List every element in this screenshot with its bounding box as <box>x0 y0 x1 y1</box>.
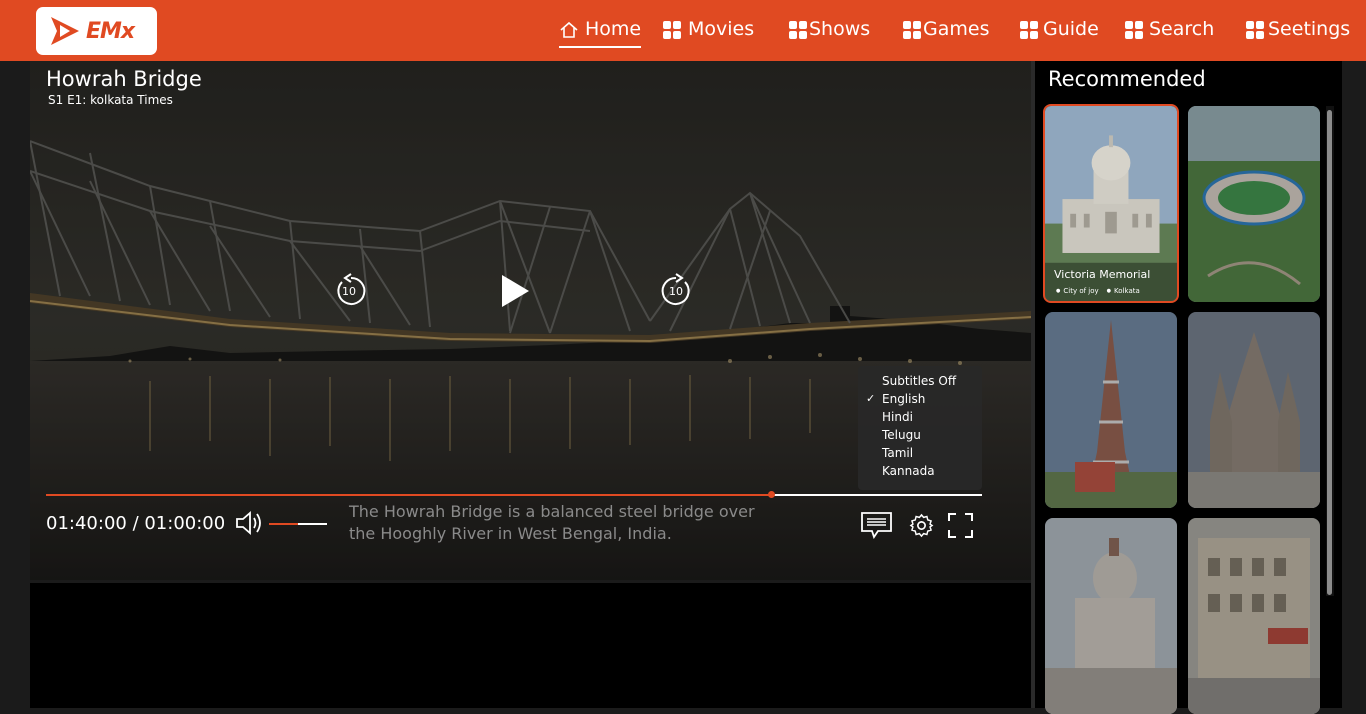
grid-icon <box>1125 21 1143 39</box>
logo-text: EMx <box>86 18 135 44</box>
card-tag: City of joy <box>1056 287 1098 295</box>
grid-icon <box>1246 21 1264 39</box>
check-icon: ✓ <box>866 392 876 405</box>
church-thumbnail <box>1045 518 1177 714</box>
recommended-card[interactable] <box>1188 518 1320 714</box>
play-logo-icon <box>51 17 79 45</box>
volume-slider[interactable] <box>269 523 327 525</box>
recommended-card[interactable] <box>1045 518 1177 714</box>
video-description: The Howrah Bridge is a balanced steel br… <box>349 502 755 543</box>
heritage-building-thumbnail <box>1188 518 1320 714</box>
time-display: 01:40:00 / 01:00:00 <box>46 513 226 534</box>
grid-icon <box>789 21 807 39</box>
nav-label: Shows <box>809 18 871 40</box>
nav-label: Games <box>923 18 990 40</box>
card-tag: Kolkata <box>1107 287 1140 295</box>
recommended-sidebar: Recommended Victoria Memorial City of jo… <box>1035 61 1342 714</box>
tower-thumbnail <box>1045 312 1177 508</box>
subtitle-option-english[interactable]: ✓ English <box>858 392 982 410</box>
page-gutter <box>1342 61 1366 708</box>
play-icon <box>502 275 529 307</box>
sidebar-title: Recommended <box>1048 67 1206 91</box>
subtitles-button[interactable] <box>860 511 893 540</box>
subtitle-option-tamil[interactable]: Tamil <box>858 446 982 464</box>
nav-label: Guide <box>1043 18 1099 40</box>
stadium-thumbnail <box>1188 106 1320 302</box>
scrollbar-thumb[interactable] <box>1327 110 1332 595</box>
play-button[interactable] <box>498 273 532 309</box>
app-logo[interactable]: EMx <box>36 7 157 55</box>
fullscreen-icon <box>948 513 973 538</box>
subtitle-option-label: Kannada <box>882 464 935 478</box>
fullscreen-button[interactable] <box>948 513 973 538</box>
nav-settings[interactable]: Seetings <box>1245 18 1350 48</box>
home-icon <box>560 21 578 38</box>
forward-seconds: 10 <box>669 285 683 298</box>
forward-10-button[interactable]: 10 <box>658 273 694 309</box>
nav-guide[interactable]: Guide <box>1019 18 1099 48</box>
nav-games[interactable]: Games <box>902 18 989 48</box>
subtitle-option-label: Tamil <box>882 446 914 460</box>
nav-label: Search <box>1149 18 1215 40</box>
rewind-10-button[interactable]: 10 <box>333 273 369 309</box>
recommended-card[interactable]: Victoria Memorial City of joy Kolkata <box>1043 104 1179 303</box>
recommended-card[interactable] <box>1045 312 1177 508</box>
subtitle-option-label: Hindi <box>882 410 913 424</box>
mute-button[interactable] <box>235 510 265 536</box>
episode-label: S1 E1: kolkata Times <box>48 93 173 107</box>
seek-bar[interactable] <box>46 491 982 498</box>
sidebar-scrollbar[interactable] <box>1326 106 1334 596</box>
nav-movies[interactable]: Movies <box>662 18 754 48</box>
rewind-seconds: 10 <box>342 285 356 298</box>
subtitle-option-off[interactable]: Subtitles Off <box>858 374 982 392</box>
nav-label: Seetings <box>1268 18 1351 40</box>
grid-icon <box>1020 21 1038 39</box>
recommended-card[interactable] <box>1188 312 1320 508</box>
nav-search[interactable]: Search <box>1124 18 1214 48</box>
recommended-card[interactable] <box>1188 106 1320 302</box>
nav-label: Home <box>585 18 642 40</box>
volume-level <box>269 523 298 525</box>
gear-icon <box>909 513 934 538</box>
player-settings-button[interactable] <box>909 513 934 538</box>
nav-shows[interactable]: Shows <box>788 18 870 48</box>
seek-bar-played <box>46 494 772 496</box>
top-header: EMx Home Movies Shows Games Guide Search… <box>0 0 1366 61</box>
captions-icon <box>861 512 892 540</box>
subtitle-option-label: English <box>882 392 926 406</box>
subtitle-option-kannada[interactable]: Kannada <box>858 464 982 482</box>
subtitle-option-telugu[interactable]: Telugu <box>858 428 982 446</box>
card-title: Victoria Memorial <box>1054 268 1151 281</box>
video-title: Howrah Bridge <box>46 67 202 91</box>
nav-label: Movies <box>688 18 755 40</box>
card-tags: City of joy Kolkata <box>1056 287 1140 295</box>
grid-icon <box>903 21 921 39</box>
subtitle-option-label: Subtitles Off <box>882 374 957 388</box>
subtitles-menu: Subtitles Off ✓ English Hindi Telugu Tami… <box>858 366 982 490</box>
video-player[interactable]: Howrah Bridge S1 E1: kolkata Times 10 10… <box>30 61 1031 580</box>
volume-icon <box>236 511 261 535</box>
subtitle-option-hindi[interactable]: Hindi <box>858 410 982 428</box>
player-lower-area <box>30 583 1031 708</box>
subtitle-option-label: Telugu <box>882 428 921 442</box>
grid-icon <box>663 21 681 39</box>
temple-thumbnail <box>1188 312 1320 508</box>
nav-home[interactable]: Home <box>559 18 642 48</box>
